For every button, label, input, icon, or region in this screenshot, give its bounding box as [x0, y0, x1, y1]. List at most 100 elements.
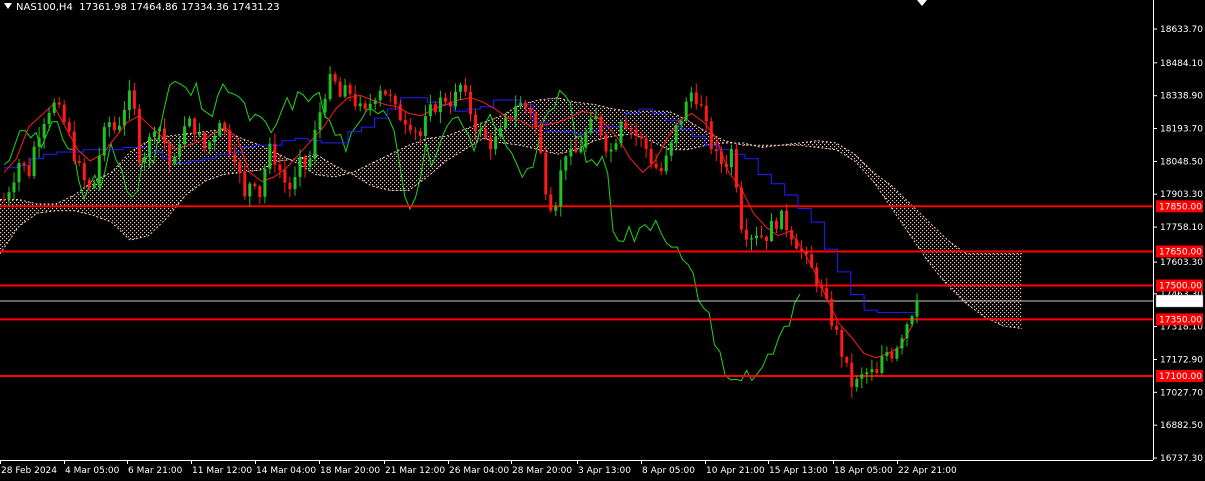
candle-body [449, 101, 452, 107]
candle-body [790, 230, 794, 240]
candle-body [524, 102, 528, 108]
candle-body [42, 123, 46, 138]
candle-body [203, 132, 207, 150]
candle-body [694, 92, 698, 105]
candle-body [288, 182, 292, 190]
candle-body [734, 149, 738, 188]
y-tick-label: 18338.90 [1160, 92, 1203, 102]
candle-body [22, 162, 26, 166]
candle-body [117, 125, 121, 130]
candle-body [539, 127, 543, 153]
candle-body [213, 135, 217, 143]
candle-body [268, 143, 272, 169]
candle-body [765, 236, 768, 241]
candle-body [895, 348, 899, 359]
x-tick-label: 21 Mar 12:00 [385, 466, 445, 476]
candle-body [699, 104, 703, 106]
candle-body [900, 338, 904, 349]
level-label-text: 17850.00 [1159, 202, 1202, 212]
candle-body [444, 97, 447, 102]
chart-header: NAS100,H4 17361.98 17464.86 17334.36 174… [4, 2, 280, 13]
candle-body [579, 147, 583, 153]
candle-body [639, 135, 643, 139]
candle-body [163, 128, 166, 143]
candle-body [770, 220, 773, 241]
candle-body [173, 156, 177, 164]
candle-body [423, 116, 427, 137]
x-tick-label: 18 Apr 05:00 [834, 466, 893, 476]
candle-body [158, 128, 161, 132]
x-tick-label: 28 Mar 20:00 [512, 466, 572, 476]
candle-body [92, 183, 96, 188]
price-chart[interactable]: 18633.70 18484.10 18338.90 18193.70 18048.50… [0, 0, 1205, 481]
x-tick-label: 14 Mar 04:00 [256, 466, 316, 476]
candle-body [132, 90, 136, 109]
candle-body [544, 152, 548, 195]
candle-body [188, 118, 192, 127]
candle-body [348, 85, 352, 94]
candle-body [910, 316, 914, 325]
candle-body [484, 129, 488, 138]
candle-body [127, 90, 131, 110]
candle-body [479, 129, 483, 131]
x-tick-label: 26 Mar 04:00 [449, 466, 509, 476]
candle-body [37, 137, 41, 147]
x-tick-label: 15 Apr 13:00 [769, 466, 828, 476]
candle-body [704, 105, 708, 122]
x-tick-label: 4 Mar 05:00 [65, 466, 120, 476]
level-label-text: 17650.00 [1159, 248, 1202, 258]
candle-body [614, 143, 618, 150]
candle-body [489, 137, 493, 150]
candle-body [679, 120, 683, 125]
collapse-triangle-icon[interactable] [4, 3, 12, 9]
candle-body [915, 301, 919, 317]
candle-body [388, 94, 392, 96]
candle-body [805, 250, 809, 255]
candle-body [589, 119, 593, 133]
candle-body [744, 229, 748, 240]
x-tick-label: 28 Feb 2024 [1, 466, 57, 476]
candle-body [724, 164, 728, 168]
candle-body [87, 180, 91, 188]
ohlc-readout: 17361.98 17464.86 17334.36 17431.23 [79, 2, 280, 13]
candle-body [67, 122, 71, 132]
candle-body [474, 114, 477, 131]
candle-body [454, 91, 457, 107]
y-tick-label: 18048.50 [1160, 157, 1203, 167]
y-tick-label: 16882.50 [1160, 421, 1203, 431]
candle-body [293, 177, 297, 190]
x-tick-label: 22 Apr 21:00 [898, 466, 957, 476]
candle-body [363, 103, 367, 109]
candle-body [57, 102, 61, 105]
candle-body [303, 156, 307, 167]
candle-body [830, 299, 834, 326]
candle-body [168, 142, 171, 164]
candle-body [338, 81, 342, 97]
candle-body [153, 131, 156, 137]
candle-body [82, 163, 86, 181]
candle-body [594, 116, 598, 120]
candle-body [223, 123, 227, 131]
candle-body [52, 102, 56, 113]
candle-body [684, 101, 688, 121]
y-tick-label: 17027.70 [1160, 388, 1203, 398]
candle-body [17, 162, 21, 183]
candle-body [12, 182, 16, 193]
candle-body [644, 138, 648, 149]
symbol-label: NAS100,H4 [16, 2, 73, 13]
candle-body [654, 163, 658, 168]
candle-body [509, 117, 513, 119]
x-tick-label: 3 Apr 13:00 [578, 466, 631, 476]
candle-body [709, 121, 713, 150]
candle-body [664, 155, 668, 172]
candle-body [32, 146, 36, 176]
candle-body [554, 206, 558, 211]
candle-body [800, 248, 804, 251]
candle-body [504, 117, 508, 128]
candle-body [77, 160, 81, 163]
candle-body [609, 149, 613, 152]
candle-body [559, 170, 563, 207]
candle-body [634, 129, 638, 136]
candle-body [238, 162, 242, 173]
candle-body [604, 135, 608, 152]
